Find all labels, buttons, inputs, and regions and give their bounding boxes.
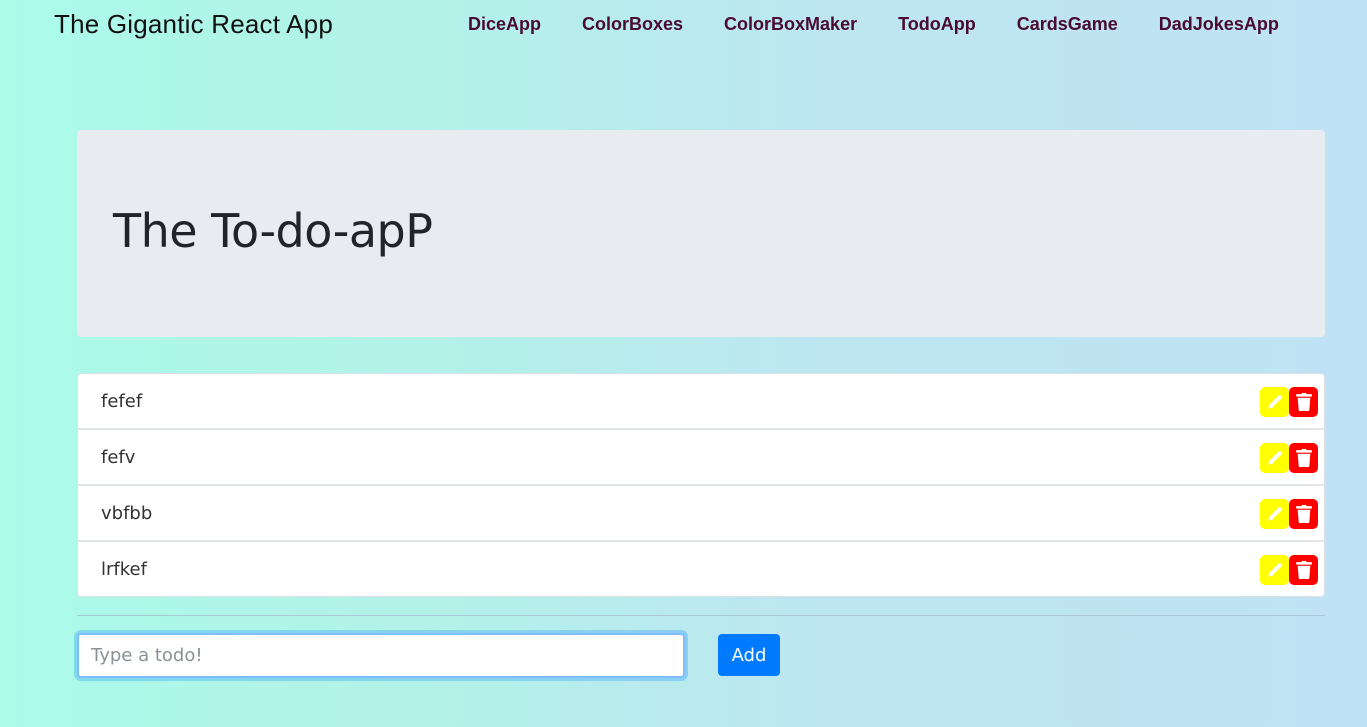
todo-list: fefef fefv vbfbb lrfkef bbox=[77, 373, 1325, 597]
todo-text: lrfkef bbox=[101, 558, 147, 580]
todo-item: vbfbb bbox=[78, 486, 1324, 542]
todo-text: fefef bbox=[101, 390, 143, 412]
todo-item: fefv bbox=[78, 430, 1324, 486]
nav-link-colorboxmaker[interactable]: ColorBoxMaker bbox=[724, 14, 857, 35]
todo-text: vbfbb bbox=[101, 502, 153, 524]
todo-actions bbox=[1260, 443, 1318, 473]
todo-actions bbox=[1260, 555, 1318, 585]
pencil-icon bbox=[1267, 394, 1283, 409]
trash-icon bbox=[1295, 449, 1312, 467]
edit-button[interactable] bbox=[1260, 443, 1289, 473]
todo-actions bbox=[1260, 499, 1318, 529]
delete-button[interactable] bbox=[1289, 499, 1318, 529]
nav-link-todoapp[interactable]: TodoApp bbox=[898, 14, 976, 35]
trash-icon bbox=[1295, 561, 1312, 579]
edit-button[interactable] bbox=[1260, 387, 1289, 417]
todo-item: fefef bbox=[78, 374, 1324, 430]
navbar: The Gigantic React App DiceApp ColorBoxe… bbox=[0, 0, 1367, 50]
todo-text: fefv bbox=[101, 446, 136, 468]
edit-button[interactable] bbox=[1260, 499, 1289, 529]
delete-button[interactable] bbox=[1289, 555, 1318, 585]
page-title: The To-do-apP bbox=[113, 204, 433, 258]
nav-links: DiceApp ColorBoxes ColorBoxMaker TodoApp… bbox=[468, 14, 1320, 35]
delete-button[interactable] bbox=[1289, 443, 1318, 473]
nav-link-cardsgame[interactable]: CardsGame bbox=[1017, 14, 1118, 35]
add-button[interactable]: Add bbox=[718, 634, 780, 676]
divider bbox=[77, 615, 1325, 616]
todo-actions bbox=[1260, 387, 1318, 417]
todo-input[interactable] bbox=[77, 633, 685, 678]
jumbotron: The To-do-apP bbox=[77, 130, 1325, 337]
pencil-icon bbox=[1267, 562, 1283, 577]
pencil-icon bbox=[1267, 506, 1283, 521]
trash-icon bbox=[1295, 393, 1312, 411]
pencil-icon bbox=[1267, 450, 1283, 465]
nav-link-colorboxes[interactable]: ColorBoxes bbox=[582, 14, 683, 35]
trash-icon bbox=[1295, 505, 1312, 523]
edit-button[interactable] bbox=[1260, 555, 1289, 585]
brand-title[interactable]: The Gigantic React App bbox=[54, 9, 333, 40]
todo-item: lrfkef bbox=[78, 542, 1324, 596]
nav-link-dadjokesapp[interactable]: DadJokesApp bbox=[1159, 14, 1279, 35]
nav-link-diceapp[interactable]: DiceApp bbox=[468, 14, 541, 35]
delete-button[interactable] bbox=[1289, 387, 1318, 417]
